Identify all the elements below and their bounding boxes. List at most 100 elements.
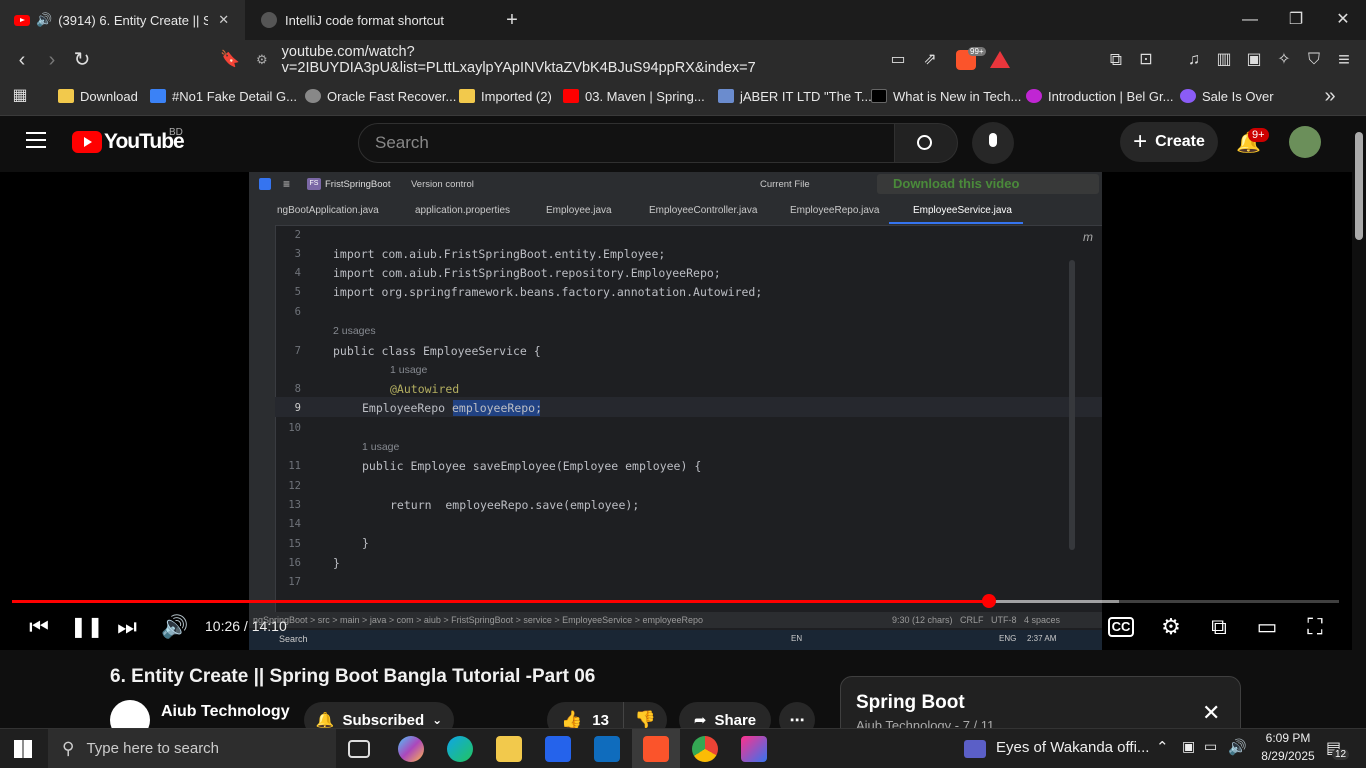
network-icon[interactable]: ▭ bbox=[1204, 738, 1217, 755]
bookmark-item[interactable]: jABER IT LTD "The T... bbox=[718, 86, 872, 106]
code-line: EmployeeRepo employeeRepo; bbox=[362, 401, 543, 415]
recorded-lang: EN bbox=[791, 634, 803, 643]
played-bar bbox=[12, 600, 989, 603]
file-explorer-icon[interactable] bbox=[496, 736, 522, 762]
close-playlist-icon[interactable]: ✕ bbox=[1202, 700, 1220, 726]
windows-start-icon[interactable] bbox=[14, 740, 32, 758]
chrome-icon[interactable] bbox=[692, 736, 718, 762]
close-tab-icon[interactable]: ✕ bbox=[218, 12, 229, 28]
volume-icon[interactable]: 🔊 bbox=[160, 612, 190, 642]
previous-icon[interactable]: ⏮ bbox=[24, 612, 54, 642]
code-line: public class EmployeeService { bbox=[333, 344, 541, 358]
site-icon bbox=[150, 89, 166, 103]
intellij-logo-icon bbox=[259, 178, 271, 190]
screenshot-icon[interactable]: ⊡ bbox=[1134, 48, 1158, 72]
restore-icon[interactable]: ❐ bbox=[1284, 8, 1308, 32]
create-button[interactable]: + Create bbox=[1120, 122, 1218, 162]
media-icon[interactable]: ♫ bbox=[1182, 48, 1206, 72]
line-number: 8 bbox=[294, 383, 301, 395]
brave-icon[interactable] bbox=[643, 736, 669, 762]
captions-icon[interactable]: CC bbox=[1108, 617, 1134, 637]
apps-grid-icon[interactable]: ▦ bbox=[8, 84, 32, 108]
bookmark-item[interactable]: Sale Is Over bbox=[1180, 86, 1274, 106]
site-icon bbox=[1180, 89, 1196, 103]
wallet-icon[interactable]: ▣ bbox=[1242, 48, 1266, 72]
recorded-kbd: ENG bbox=[999, 634, 1017, 643]
address-bar[interactable]: ⚙ youtube.com/watch?v=2IBUYDIA3pU&list=P… bbox=[252, 44, 880, 76]
hamburger-menu-icon[interactable] bbox=[26, 132, 46, 148]
bookmark-item[interactable]: #No1 Fake Detail G... bbox=[150, 86, 297, 106]
meet-now-icon[interactable]: ▣ bbox=[1182, 738, 1195, 755]
task-view-icon[interactable] bbox=[348, 740, 370, 758]
menu-icon[interactable]: ≡ bbox=[1332, 48, 1356, 72]
taskbar-search-input[interactable]: ⚲ Type here to search bbox=[48, 729, 336, 768]
clock-time[interactable]: 6:09 PM bbox=[1258, 731, 1318, 745]
extensions-icon[interactable]: ⧉ bbox=[1104, 48, 1128, 72]
search-icon bbox=[917, 135, 932, 150]
tab-intellij-shortcut[interactable]: IntelliJ code format shortcut bbox=[245, 0, 495, 40]
minimize-icon[interactable]: — bbox=[1238, 8, 1262, 32]
intellij-icon[interactable] bbox=[741, 736, 767, 762]
speaker-icon: 🔊 bbox=[36, 12, 53, 27]
brave-rewards-icon[interactable] bbox=[990, 51, 1010, 68]
editor-tab: Employee.java bbox=[546, 205, 612, 216]
leo-ai-icon[interactable]: ✧ bbox=[1272, 48, 1296, 72]
search-button[interactable] bbox=[894, 123, 958, 163]
reload-icon[interactable]: ↻ bbox=[70, 48, 94, 72]
bookmark-item[interactable]: Download bbox=[58, 86, 138, 106]
youtube-logo-icon[interactable] bbox=[72, 131, 102, 153]
fullscreen-icon[interactable]: ⛶ bbox=[1300, 612, 1330, 642]
page-scrollbar[interactable] bbox=[1352, 116, 1366, 726]
scrubber-handle[interactable] bbox=[981, 594, 996, 608]
active-tab-indicator bbox=[889, 222, 1023, 224]
clock-date[interactable]: 8/29/2025 bbox=[1255, 749, 1321, 763]
ai-assistant-icon: m bbox=[1083, 230, 1093, 244]
vpn-icon[interactable]: ⛉ bbox=[1302, 48, 1326, 72]
settings-gear-icon[interactable]: ⚙ bbox=[1156, 612, 1186, 642]
avatar[interactable] bbox=[1289, 126, 1321, 158]
forward-icon[interactable]: › bbox=[40, 48, 64, 72]
site-info-icon[interactable]: ⚙ bbox=[256, 52, 268, 68]
media-title[interactable]: Eyes of Wakanda offi... bbox=[996, 739, 1149, 756]
tray-chevron-icon[interactable]: ⌃ bbox=[1156, 738, 1169, 756]
folder-icon bbox=[459, 89, 475, 103]
sidebar-icon[interactable]: ▥ bbox=[1212, 48, 1236, 72]
usage-hint: 1 usage bbox=[362, 441, 400, 453]
youtube-icon bbox=[563, 89, 579, 103]
edge-icon[interactable] bbox=[447, 736, 473, 762]
recorded-clock: 2:37 AM bbox=[1027, 634, 1057, 643]
theater-mode-icon[interactable]: ▭ bbox=[1252, 612, 1282, 642]
globe-icon bbox=[261, 12, 277, 28]
bookmark-item[interactable]: Introduction | Bel Gr... bbox=[1026, 86, 1174, 106]
bookmark-item[interactable]: What is New in Tech... bbox=[871, 86, 1021, 106]
bookmark-icon[interactable]: 🔖 bbox=[218, 48, 242, 72]
bell-icon: 🔔 bbox=[315, 712, 335, 729]
close-window-icon[interactable]: ✕ bbox=[1331, 8, 1355, 32]
voice-search-button[interactable] bbox=[972, 122, 1014, 164]
back-icon[interactable]: ‹ bbox=[10, 48, 34, 72]
copilot-icon[interactable] bbox=[398, 736, 424, 762]
bookmark-item[interactable]: Oracle Fast Recover... bbox=[305, 86, 456, 106]
site-icon bbox=[718, 89, 734, 103]
tab-youtube[interactable]: 🔊 (3914) 6. Entity Create || Sprin ✕ bbox=[0, 0, 245, 40]
search-input[interactable]: Search bbox=[358, 123, 895, 163]
store-icon[interactable] bbox=[545, 736, 571, 762]
media-player-icon[interactable] bbox=[964, 740, 986, 758]
new-tab-icon[interactable]: + bbox=[500, 8, 524, 32]
code-line: return employeeRepo.save(employee); bbox=[390, 498, 640, 512]
code-line: public Employee saveEmployee(Employee em… bbox=[362, 459, 702, 473]
bookmark-item[interactable]: 03. Maven | Spring... bbox=[563, 86, 705, 106]
channel-name[interactable]: Aiub Technology bbox=[161, 703, 290, 721]
line-number: 10 bbox=[288, 422, 301, 434]
share-page-icon[interactable]: ⇗ bbox=[918, 48, 942, 72]
pause-icon[interactable]: ❚❚ bbox=[70, 612, 104, 642]
volume-tray-icon[interactable]: 🔊 bbox=[1228, 738, 1247, 756]
outlook-icon[interactable] bbox=[594, 736, 620, 762]
bookmark-item[interactable]: Imported (2) bbox=[459, 86, 552, 106]
more-bookmarks-icon[interactable]: » bbox=[1318, 84, 1342, 108]
miniplayer-icon[interactable]: ⧉ bbox=[1204, 612, 1234, 642]
next-icon[interactable]: ⏭ bbox=[112, 612, 142, 642]
cast-icon[interactable]: ▭ bbox=[886, 48, 910, 72]
playlist-title[interactable]: Spring Boot bbox=[856, 692, 965, 714]
vcs-label: Version control bbox=[411, 179, 474, 190]
